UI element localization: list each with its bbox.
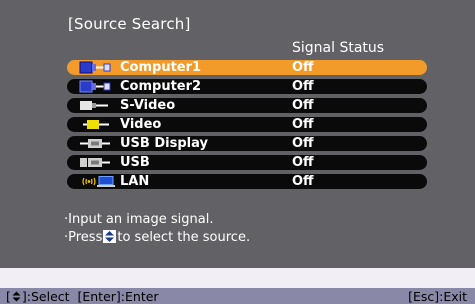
computer-icon — [79, 61, 111, 74]
source-label: Computer1 — [120, 60, 202, 75]
up-down-arrow-icon — [12, 291, 21, 302]
source-label: Computer2 — [120, 79, 202, 94]
footer-bar: []:Select [Enter]:Enter [Esc]:Exit — [0, 288, 475, 304]
source-status: Off — [292, 155, 314, 170]
up-down-arrow-icon — [103, 230, 117, 243]
lan-icon — [82, 176, 115, 187]
source-label: Video — [120, 117, 162, 132]
footer-select-hint: []:Select [Enter]:Enter — [6, 289, 159, 304]
source-status: Off — [292, 136, 314, 151]
source-status: Off — [292, 117, 314, 132]
usb-display-icon — [80, 139, 110, 148]
s-video-icon — [80, 101, 108, 110]
source-search-panel: [Source Search] Signal Status Computer1 … — [0, 0, 475, 268]
source-status: Off — [292, 98, 314, 113]
source-list: Computer1 Off Computer2 Off S-Video Off — [67, 60, 427, 193]
footer-exit-hint: [Esc]:Exit — [408, 289, 467, 304]
message-input-signal: ·Input an image signal. — [64, 212, 214, 227]
source-label: LAN — [120, 174, 150, 189]
source-label: USB Display — [120, 136, 208, 151]
source-label: S-Video — [120, 98, 176, 113]
bottom-strip — [0, 268, 475, 290]
source-row-usb[interactable]: USB Off — [67, 155, 427, 170]
source-row-usb-display[interactable]: USB Display Off — [67, 136, 427, 151]
source-row-lan[interactable]: LAN Off — [67, 174, 427, 189]
source-label: USB — [120, 155, 150, 170]
source-status: Off — [292, 174, 314, 189]
usb-icon — [80, 158, 110, 167]
signal-status-header: Signal Status — [292, 40, 385, 56]
message-press-select: ·Press to select the source. — [64, 230, 250, 245]
page-title: [Source Search] — [68, 15, 191, 33]
source-row-video[interactable]: Video Off — [67, 117, 427, 132]
video-icon — [83, 120, 109, 129]
source-status: Off — [292, 79, 314, 94]
message-press-suffix: to select the source. — [117, 230, 251, 245]
footer-select-close: ]:Select [Enter]:Enter — [21, 289, 159, 304]
computer-icon — [79, 80, 111, 93]
message-press-prefix: ·Press — [64, 230, 103, 245]
source-row-computer2[interactable]: Computer2 Off — [67, 79, 427, 94]
source-row-s-video[interactable]: S-Video Off — [67, 98, 427, 113]
source-status: Off — [292, 60, 314, 75]
source-row-computer1[interactable]: Computer1 Off — [67, 60, 427, 75]
